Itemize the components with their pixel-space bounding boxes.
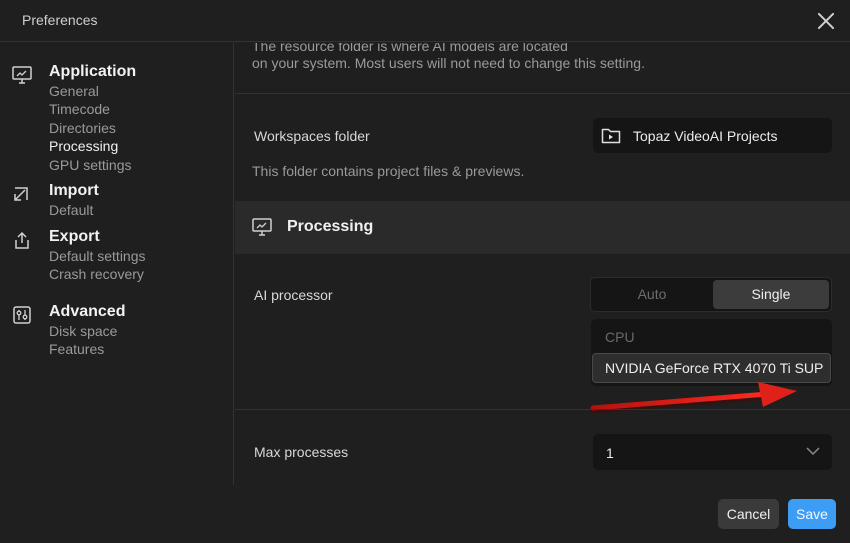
divider [235,93,850,94]
chevron-down-icon [806,447,820,456]
processing-section-header: Processing [235,201,850,254]
sidebar-item-crash-recovery[interactable]: Crash recovery [49,266,144,282]
sidebar-item-disk-space[interactable]: Disk space [49,323,117,339]
import-arrow-icon [14,187,28,201]
ai-processor-mode-toggle: Auto Single [590,277,832,312]
monitor-settings-icon [252,218,272,236]
max-processes-value: 1 [606,445,614,461]
ai-processor-label: AI processor [254,287,333,303]
ai-processor-option-single[interactable]: Single [713,280,829,309]
close-icon[interactable] [814,9,838,33]
sidebar-group-title[interactable]: Advanced [49,303,125,321]
sidebar-item-default[interactable]: Default [49,202,93,218]
device-option-cpu[interactable]: CPU [605,329,635,345]
sidebar-group-title[interactable]: Import [49,182,99,200]
annotation-arrow [590,382,797,414]
ai-processor-device-list: CPU NVIDIA GeForce RTX 4070 Ti SUP [591,319,832,386]
max-processes-label: Max processes [254,444,349,460]
export-share-icon [15,231,29,249]
max-processes-select[interactable]: 1 [593,434,832,470]
sidebar-item-timecode[interactable]: Timecode [49,101,110,117]
sidebar-item-general[interactable]: General [49,83,99,99]
sidebar-item-processing[interactable]: Processing [49,138,118,154]
workspaces-folder-help: This folder contains project files & pre… [252,163,525,179]
settings-content: The resource folder is where AI models a… [235,43,850,485]
ai-processor-option-auto[interactable]: Auto [593,280,711,309]
cancel-button[interactable]: Cancel [718,499,779,529]
monitor-settings-icon [12,66,32,84]
sidebar-item-gpu-settings[interactable]: GPU settings [49,157,131,173]
sidebar-item-default-settings[interactable]: Default settings [49,248,146,264]
sidebar-item-features[interactable]: Features [49,341,104,357]
resource-folder-help-line1: The resource folder is where AI models a… [252,43,568,54]
sidebar-group-title[interactable]: Export [49,228,100,246]
sliders-icon [13,306,31,324]
save-button[interactable]: Save [788,499,836,529]
workspaces-folder-value: Topaz VideoAI Projects [633,128,778,144]
sidebar-item-directories[interactable]: Directories [49,120,116,136]
folder-video-icon [601,128,621,144]
workspaces-folder-button[interactable]: Topaz VideoAI Projects [593,118,832,153]
workspaces-folder-label: Workspaces folder [254,128,370,144]
resource-folder-help-line2: on your system. Most users will not need… [252,55,645,71]
divider [235,409,850,410]
sidebar: Application General Timecode Directories… [0,43,234,485]
title-bar: Preferences [0,0,850,42]
device-option-gpu[interactable]: NVIDIA GeForce RTX 4070 Ti SUP [592,353,831,383]
sidebar-group-title[interactable]: Application [49,63,136,81]
window-title: Preferences [22,12,98,28]
processing-section-title: Processing [287,218,374,235]
